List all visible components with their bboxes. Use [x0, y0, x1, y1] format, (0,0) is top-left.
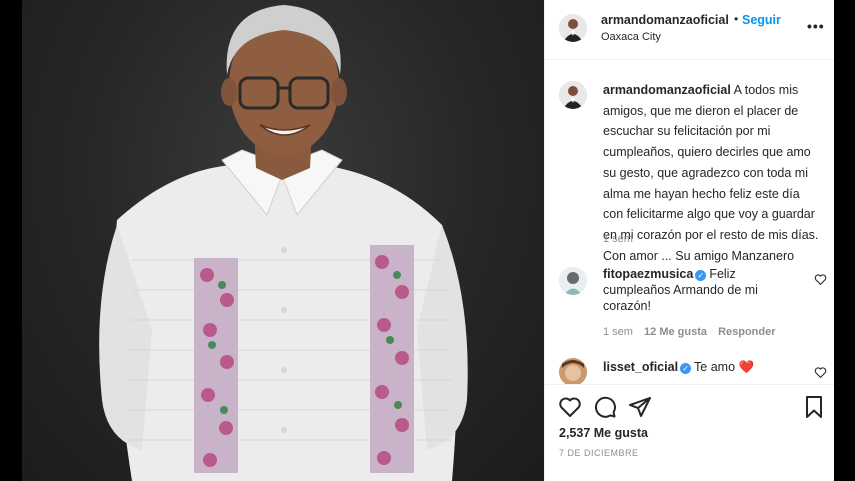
author-avatar[interactable] — [559, 14, 587, 42]
reply-button[interactable]: Responder — [718, 326, 775, 338]
comment: fitopaezmusica ✓ Feliz cumpleaños Armando … — [603, 266, 803, 314]
follow-button[interactable]: Seguir — [742, 13, 781, 27]
caption-username[interactable]: armandomanzaoficial — [603, 83, 731, 97]
post-side-panel: armandomanzaoficial • Seguir Oaxaca City… — [544, 0, 835, 481]
verified-badge-icon: ✓ — [680, 363, 692, 374]
comment-avatar[interactable] — [559, 267, 587, 295]
comment-like-heart-icon[interactable] — [814, 366, 827, 379]
comment-username[interactable]: fitopaezmusica — [603, 267, 693, 281]
likes-count[interactable]: 2,537 Me gusta — [559, 426, 648, 440]
man-portrait-illustration — [99, 5, 468, 481]
caption-timestamp[interactable]: 1 sem — [603, 233, 633, 245]
comments-list[interactable]: armandomanzaoficial A todos mis amigos, … — [545, 61, 835, 384]
comment-username[interactable]: lisset_oficial — [603, 360, 678, 374]
separator-dot: • — [734, 12, 739, 26]
caption-text: A todos mis amigos, que me dieron el pla… — [603, 83, 819, 263]
red-heart-emoji: ❤️ — [738, 360, 755, 374]
more-options-icon[interactable]: ••• — [807, 18, 825, 34]
bookmark-icon[interactable] — [802, 395, 826, 419]
comment-likes[interactable]: 12 Me gusta — [644, 326, 707, 338]
comment: lisset_oficial ✓ Te amo ❤️ — [603, 359, 754, 375]
left-letterbox — [0, 0, 22, 481]
heart-outline-icon[interactable] — [558, 395, 582, 419]
verified-badge-icon: ✓ — [695, 270, 707, 281]
caption: armandomanzaoficial A todos mis amigos, … — [603, 80, 821, 266]
speech-bubble-icon[interactable] — [593, 395, 617, 419]
post-date[interactable]: 7 DE DICIEMBRE — [559, 448, 639, 458]
author-username[interactable]: armandomanzaoficial — [601, 13, 729, 27]
caption-avatar[interactable] — [559, 81, 587, 109]
post-actions: 2,537 Me gusta 7 DE DICIEMBRE — [545, 384, 835, 481]
post-header: armandomanzaoficial • Seguir Oaxaca City… — [545, 0, 835, 60]
post-location[interactable]: Oaxaca City — [601, 31, 661, 43]
comment-timestamp[interactable]: 1 sem — [603, 326, 633, 338]
comment-meta: 1 sem 12 Me gusta Responder — [603, 326, 784, 338]
paper-plane-icon[interactable] — [628, 395, 652, 419]
comment-text: Te amo — [694, 360, 739, 374]
right-letterbox — [834, 0, 855, 481]
post-photo[interactable] — [22, 0, 544, 481]
comment-avatar[interactable] — [559, 358, 587, 384]
comment-like-heart-icon[interactable] — [814, 273, 827, 286]
